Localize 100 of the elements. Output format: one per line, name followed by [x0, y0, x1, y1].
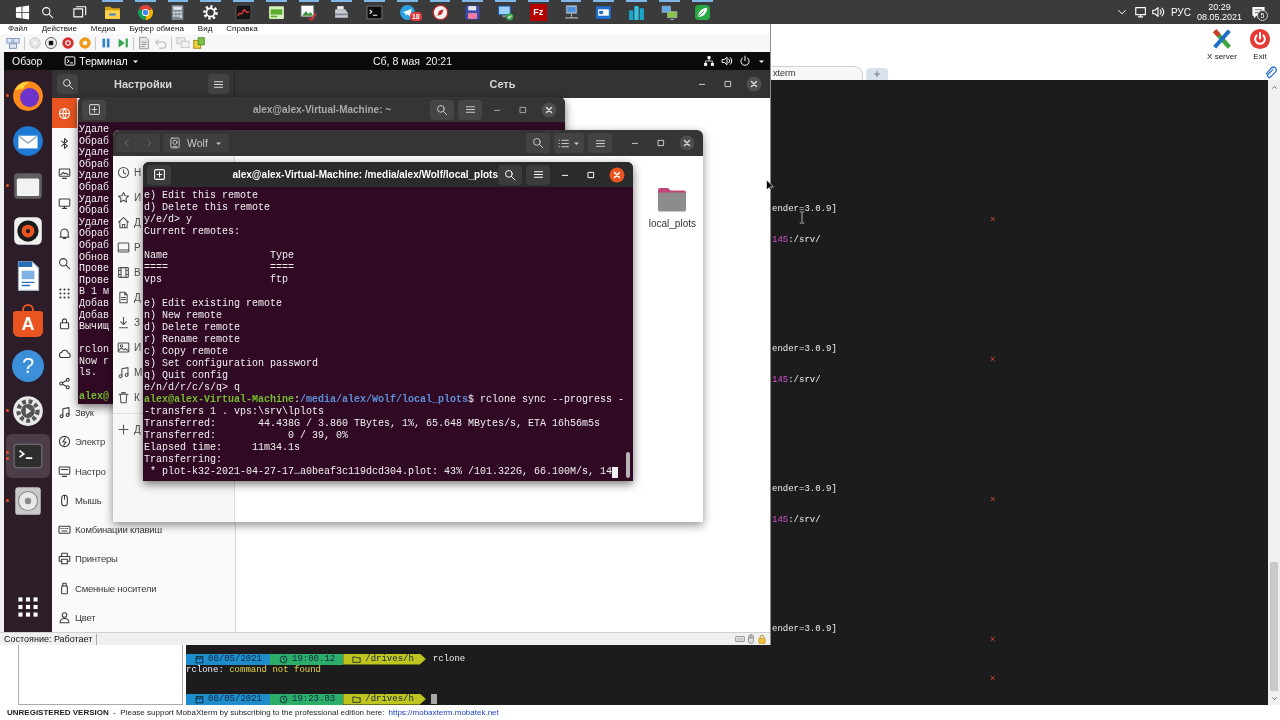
terminal-tab[interactable]: xterm: [772, 66, 863, 80]
blocks-icon[interactable]: [628, 3, 646, 21]
menu-button[interactable]: [588, 133, 612, 153]
mail-icon[interactable]: [11, 123, 45, 158]
close-icon[interactable]: [679, 135, 695, 151]
sidebar-item[interactable]: Комбинации клавиш: [52, 522, 168, 537]
keyboard-keys-icon[interactable]: [6, 36, 21, 50]
share-icon[interactable]: [192, 36, 207, 50]
sidebar-item[interactable]: Р: [113, 234, 141, 260]
clock-time[interactable]: 20:29: [1208, 2, 1231, 12]
close-icon[interactable]: [746, 76, 762, 92]
search-button[interactable]: [498, 164, 522, 185]
graph-icon[interactable]: [234, 3, 252, 21]
x-server-button[interactable]: X server: [1204, 24, 1240, 62]
terminal-line: Добав: [79, 309, 109, 322]
computer-check-icon[interactable]: [497, 3, 515, 21]
browser-icon[interactable]: [11, 78, 45, 113]
settings-icon[interactable]: [202, 3, 220, 21]
terminal-icon[interactable]: [366, 3, 383, 21]
website-link[interactable]: https://mobaxterm.mobatek.net: [388, 708, 499, 717]
sidebar-item[interactable]: М: [113, 359, 143, 385]
terminal-line: Elapsed time: 11m34.1s: [144, 442, 301, 454]
volume-icon[interactable]: [1150, 5, 1165, 19]
sidebar-item[interactable]: Электр: [52, 434, 112, 449]
paperclip-icon[interactable]: [1264, 66, 1277, 79]
compass-icon[interactable]: [431, 3, 449, 21]
menu-item[interactable]: Файл: [8, 24, 28, 34]
menu-item[interactable]: Буфер обмена: [129, 24, 184, 34]
scrollbar[interactable]: [1268, 80, 1280, 705]
sidebar-item[interactable]: Д: [113, 209, 141, 235]
volume-icon[interactable]: [721, 55, 733, 67]
task-view-icon[interactable]: [73, 5, 87, 19]
network-icon[interactable]: [1133, 5, 1148, 19]
new-tab-button[interactable]: [82, 99, 106, 120]
cross-mark: ×: [990, 215, 996, 225]
search-icon[interactable]: [40, 5, 54, 19]
close-icon[interactable]: [541, 101, 557, 118]
search-button[interactable]: [526, 133, 550, 153]
close-icon[interactable]: [609, 166, 625, 183]
monitors-icon[interactable]: [660, 3, 678, 21]
menu-item[interactable]: Действие: [41, 24, 77, 34]
menu-button[interactable]: [526, 164, 550, 185]
picture-icon[interactable]: [300, 3, 318, 21]
shutdown-icon[interactable]: [61, 36, 76, 50]
clock[interactable]: Сб, 8 мая 20:21: [373, 55, 453, 67]
maximize-icon[interactable]: [655, 137, 667, 149]
calendar-icon: [195, 694, 204, 704]
sidebar-item[interactable]: И: [113, 184, 142, 210]
sidebar-item[interactable]: Сменные носители: [52, 581, 163, 596]
start-icon[interactable]: [14, 4, 30, 20]
menu-button[interactable]: [208, 74, 229, 94]
sidebar-item[interactable]: Настро: [52, 464, 112, 479]
sidebar-item[interactable]: [52, 98, 77, 128]
network-icon[interactable]: [703, 55, 715, 67]
menu-item[interactable]: Вид: [197, 24, 213, 34]
network-computer-icon[interactable]: [562, 3, 580, 21]
settings-icon[interactable]: [11, 393, 45, 428]
location-button[interactable]: Wolf: [163, 134, 229, 152]
view-button[interactable]: [554, 133, 584, 153]
sidebar-item[interactable]: К: [113, 384, 140, 410]
menu-item[interactable]: Медиа: [90, 24, 116, 34]
checkpoint-icon[interactable]: [137, 36, 152, 50]
exit-button[interactable]: Exit: [1242, 24, 1278, 62]
search-button[interactable]: [57, 74, 78, 94]
scanner-icon[interactable]: [333, 3, 351, 21]
sidebar-item[interactable]: Н: [113, 159, 142, 185]
home-icon: [117, 215, 130, 229]
clock-date[interactable]: 08.05.2021: [1196, 12, 1242, 22]
app-menu[interactable]: Терминал: [79, 55, 128, 67]
sidebar-item[interactable]: Мышь: [52, 493, 108, 508]
scrollbar[interactable]: [626, 452, 630, 478]
scrollbar-thumb[interactable]: [1270, 562, 1278, 691]
sidebar-item[interactable]: Д: [113, 417, 141, 442]
menu-item[interactable]: Справка: [226, 24, 258, 34]
sidebar-item[interactable]: Д: [113, 284, 141, 310]
scroll-up-icon[interactable]: [1269, 83, 1279, 92]
leaf-icon[interactable]: [693, 3, 711, 21]
app-grid-icon[interactable]: [17, 596, 39, 618]
sidebar-item[interactable]: Звук: [52, 405, 100, 420]
sidebar-item[interactable]: Цвет: [52, 610, 102, 625]
power-icon: [1249, 28, 1271, 50]
scroll-down-icon[interactable]: [1269, 694, 1279, 703]
maximize-icon[interactable]: [722, 78, 734, 90]
search-button[interactable]: [430, 99, 454, 120]
language-indicator[interactable]: РУС: [1170, 6, 1191, 18]
sidebar-item[interactable]: З: [113, 309, 141, 335]
terminal-icon[interactable]: [64, 55, 77, 67]
folder-item[interactable]: local_plots: [648, 183, 696, 229]
sidebar-item[interactable]: Принтеры: [52, 551, 124, 566]
sidebar-item[interactable]: И: [113, 334, 142, 360]
power-icon[interactable]: [739, 55, 751, 67]
window-icon[interactable]: [595, 3, 613, 21]
app-logo[interactable]: Fz: [529, 3, 547, 21]
new-tab-button[interactable]: [147, 164, 171, 185]
browser-icon[interactable]: [136, 3, 154, 21]
sidebar-item[interactable]: В: [113, 259, 141, 285]
menu-button[interactable]: [458, 99, 482, 120]
activities-button[interactable]: Обзор: [12, 55, 43, 67]
stop-icon[interactable]: [44, 36, 59, 50]
panel-icon[interactable]: [267, 3, 285, 21]
